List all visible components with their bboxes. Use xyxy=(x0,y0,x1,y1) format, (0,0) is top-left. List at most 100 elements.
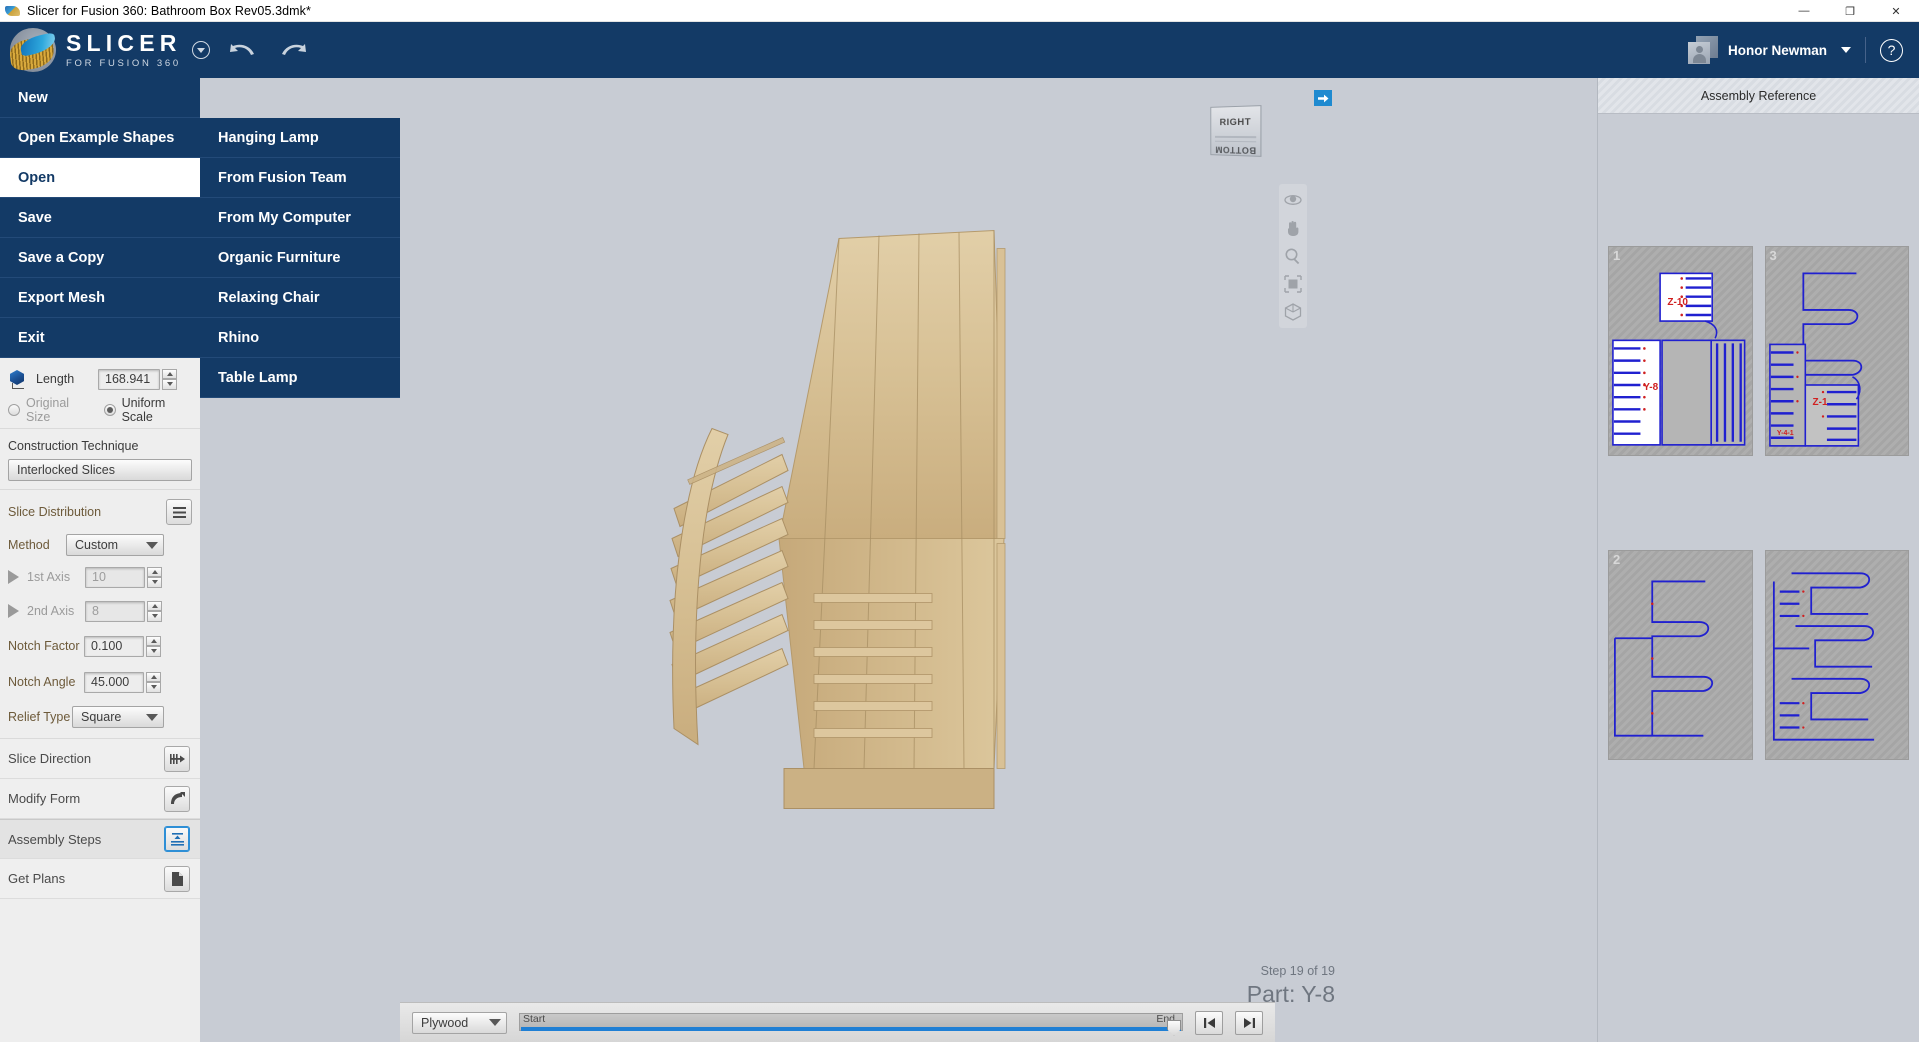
zoom-magnifier-icon[interactable] xyxy=(1284,247,1302,265)
fit-view-icon[interactable] xyxy=(1284,275,1302,293)
method-row: Method Custom xyxy=(0,530,200,560)
axis1-stepper[interactable] xyxy=(147,566,162,588)
assembly-steps-icon[interactable] xyxy=(164,826,190,852)
step-counter: Step 19 of 19 xyxy=(1260,964,1335,978)
flyout-label: Hanging Lamp xyxy=(218,129,319,146)
size-segment: Length 168.941 Original Size Uniform Sca… xyxy=(0,358,200,429)
length-label: Length xyxy=(36,372,75,386)
brand-subtitle: FOR FUSION 360 xyxy=(66,57,181,69)
length-input[interactable]: 168.941 xyxy=(98,368,160,390)
maximize-icon: ❐ xyxy=(1845,5,1855,18)
avatar xyxy=(1687,36,1718,64)
list-lines-icon[interactable] xyxy=(166,499,192,525)
slider-fill xyxy=(521,1026,1181,1031)
expand-triangle-icon[interactable] xyxy=(8,604,19,618)
section-get-plans[interactable]: Get Plans xyxy=(0,859,200,899)
thumbnail-number: 1 xyxy=(1613,248,1621,263)
radio-uniform-scale[interactable] xyxy=(103,404,116,416)
length-stepper[interactable] xyxy=(162,368,177,390)
flyout-item-hanging-lamp[interactable]: Hanging Lamp xyxy=(200,118,400,158)
app-header: SLICER FOR FUSION 360 Honor Newman ? xyxy=(0,22,1919,78)
file-menu-item-export-mesh[interactable]: Export Mesh xyxy=(0,278,200,318)
expand-triangle-icon[interactable] xyxy=(8,570,19,584)
thumbnail-label: Z-10 xyxy=(1667,296,1688,308)
chevron-down-icon[interactable] xyxy=(1841,47,1851,53)
skip-to-start-icon[interactable] xyxy=(1195,1010,1223,1035)
section-label: Modify Form xyxy=(8,791,81,806)
relief-type-select[interactable]: Square xyxy=(72,706,164,728)
flyout-item-rhino[interactable]: Rhino xyxy=(200,318,400,358)
orbit-icon[interactable] xyxy=(1284,191,1302,209)
construction-technique-value: Interlocked Slices xyxy=(17,463,115,477)
notch-angle-stepper[interactable] xyxy=(146,671,161,693)
file-menu-item-open-example-shapes[interactable]: Open Example Shapes xyxy=(0,118,200,158)
reference-thumbnail-3[interactable]: 3 Z-1 Y-4-1 xyxy=(1764,246,1909,456)
section-modify-form[interactable]: Modify Form xyxy=(0,779,200,819)
menu-label: Open Example Shapes xyxy=(18,129,175,146)
section-slice-direction[interactable]: Slice Direction xyxy=(0,739,200,779)
file-menu-item-open[interactable]: Open xyxy=(0,158,200,198)
uniform-scale-label: Uniform Scale xyxy=(121,396,166,424)
reference-thumbnail-1[interactable]: 1 Z-10 Y-8 xyxy=(1608,246,1753,456)
chevron-down-circle-icon[interactable] xyxy=(191,41,210,59)
view-cube[interactable]: RIGHT BOTTOM xyxy=(1205,100,1267,162)
main-body: New Open Example Shapes Open Save Save a… xyxy=(0,78,1919,1042)
brand-title: SLICER xyxy=(66,29,182,56)
reference-thumbnail-4[interactable] xyxy=(1764,550,1909,760)
arrow-right-icon[interactable] xyxy=(1314,90,1332,106)
notch-angle-label: Notch Angle xyxy=(8,675,76,689)
modify-form-icon[interactable] xyxy=(164,785,190,812)
file-menu-item-new[interactable]: New xyxy=(0,78,200,118)
flyout-item-organic-furniture[interactable]: Organic Furniture xyxy=(200,238,400,278)
notch-factor-input[interactable]: 0.100 xyxy=(84,635,144,657)
sliced-model-preview[interactable] xyxy=(664,209,1134,834)
file-menu-item-save[interactable]: Save xyxy=(0,198,200,238)
slicer-app-icon xyxy=(5,3,21,19)
flyout-label: Table Lamp xyxy=(218,369,298,386)
maximize-button[interactable]: ❐ xyxy=(1827,0,1873,22)
brand-area[interactable]: SLICER FOR FUSION 360 xyxy=(0,27,210,73)
axis2-stepper[interactable] xyxy=(147,600,162,622)
reference-thumbnail-2[interactable]: 2 xyxy=(1608,550,1753,760)
thumbnail-label: Y-4-1 xyxy=(1776,430,1794,438)
file-menu-item-exit[interactable]: Exit xyxy=(0,318,200,358)
flyout-item-relaxing-chair[interactable]: Relaxing Chair xyxy=(200,278,400,318)
isometric-cube-icon[interactable] xyxy=(1284,303,1302,321)
section-assembly-steps[interactable]: Assembly Steps xyxy=(0,819,200,859)
construction-technique-select[interactable]: Interlocked Slices xyxy=(8,459,192,481)
user-name: Honor Newman xyxy=(1727,42,1827,58)
pan-hand-icon[interactable] xyxy=(1284,219,1302,237)
section-label: Slice Direction xyxy=(8,751,92,766)
axis2-input[interactable]: 8 xyxy=(85,600,145,622)
notch-factor-stepper[interactable] xyxy=(146,635,161,657)
flyout-spacer xyxy=(200,78,400,118)
bounding-box-icon xyxy=(8,369,28,389)
assembly-reference-title: Assembly Reference xyxy=(1598,78,1919,114)
user-area[interactable]: Honor Newman ? xyxy=(1687,22,1919,78)
relief-type-label: Relief Type xyxy=(8,710,71,724)
axis1-label: 1st Axis xyxy=(27,570,71,584)
file-menu-item-save-a-copy[interactable]: Save a Copy xyxy=(0,238,200,278)
minimize-icon: — xyxy=(1798,5,1810,17)
material-select[interactable]: Plywood xyxy=(412,1011,507,1034)
slice-direction-icon[interactable] xyxy=(164,745,190,772)
close-button[interactable]: ✕ xyxy=(1873,0,1919,22)
flyout-item-from-my-computer[interactable]: From My Computer xyxy=(200,198,400,238)
flyout-item-from-fusion-team[interactable]: From Fusion Team xyxy=(200,158,400,198)
get-plans-icon[interactable] xyxy=(164,865,190,892)
method-select[interactable]: Custom xyxy=(66,534,164,556)
close-icon: ✕ xyxy=(1891,5,1901,18)
radio-original-size[interactable] xyxy=(8,404,20,416)
notch-angle-input[interactable]: 45.000 xyxy=(84,671,144,693)
help-icon[interactable]: ? xyxy=(1880,38,1903,62)
step-slider[interactable]: Start End xyxy=(519,1011,1183,1036)
model-viewport[interactable]: RIGHT BOTTOM Step 19 of 19 Part: Y-8 Ply… xyxy=(200,78,1597,1042)
notch-factor-label: Notch Factor xyxy=(8,639,80,653)
minimize-button[interactable]: — xyxy=(1781,0,1827,22)
undo-arrow-icon[interactable] xyxy=(228,40,258,60)
axis1-input[interactable]: 10 xyxy=(85,566,145,588)
slider-thumb[interactable] xyxy=(1167,1019,1181,1036)
skip-to-end-icon[interactable] xyxy=(1235,1010,1263,1035)
redo-arrow-icon[interactable] xyxy=(278,40,308,60)
flyout-item-table-lamp[interactable]: Table Lamp xyxy=(200,358,400,398)
